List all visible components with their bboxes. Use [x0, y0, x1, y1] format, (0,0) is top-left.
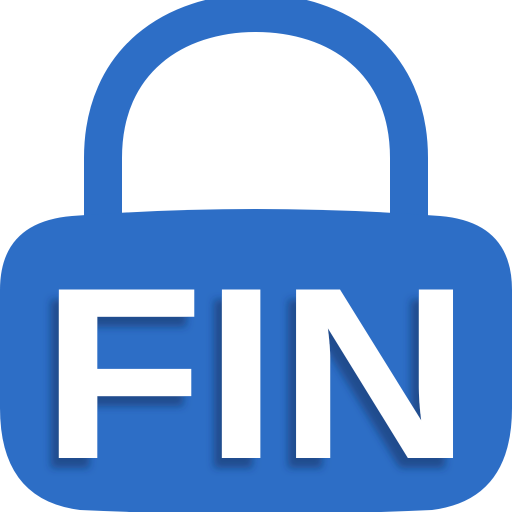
lock-label: FIN — [41, 236, 471, 510]
padlock-icon: FIN — [0, 0, 512, 512]
lock-shackle — [84, 0, 428, 232]
fin-lock-icon-container: FIN — [0, 0, 512, 512]
